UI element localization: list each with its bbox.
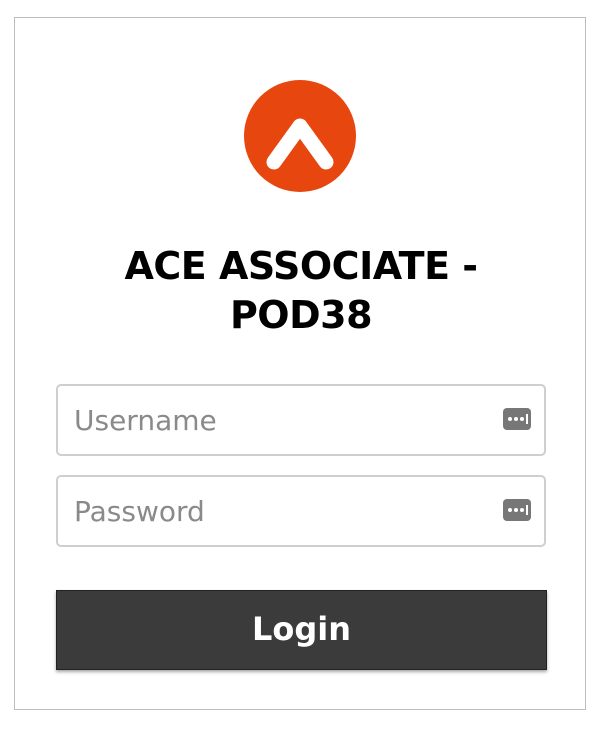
page-title-line-2: POD38 bbox=[229, 293, 373, 337]
username-field[interactable] bbox=[56, 384, 546, 456]
page-title: ACE ASSOCIATE - POD38 bbox=[55, 242, 547, 340]
password-input[interactable] bbox=[58, 477, 544, 545]
caret-up-icon bbox=[266, 118, 334, 170]
username-input[interactable] bbox=[58, 386, 544, 454]
logo-icon bbox=[244, 80, 356, 192]
login-button[interactable]: Login bbox=[56, 590, 547, 670]
login-card: ACE ASSOCIATE - POD38 Login bbox=[14, 17, 586, 710]
page-title-line-1: ACE ASSOCIATE - bbox=[124, 244, 478, 288]
password-field[interactable] bbox=[56, 475, 546, 547]
password-manager-icon[interactable] bbox=[503, 408, 531, 430]
password-manager-icon[interactable] bbox=[503, 499, 531, 521]
